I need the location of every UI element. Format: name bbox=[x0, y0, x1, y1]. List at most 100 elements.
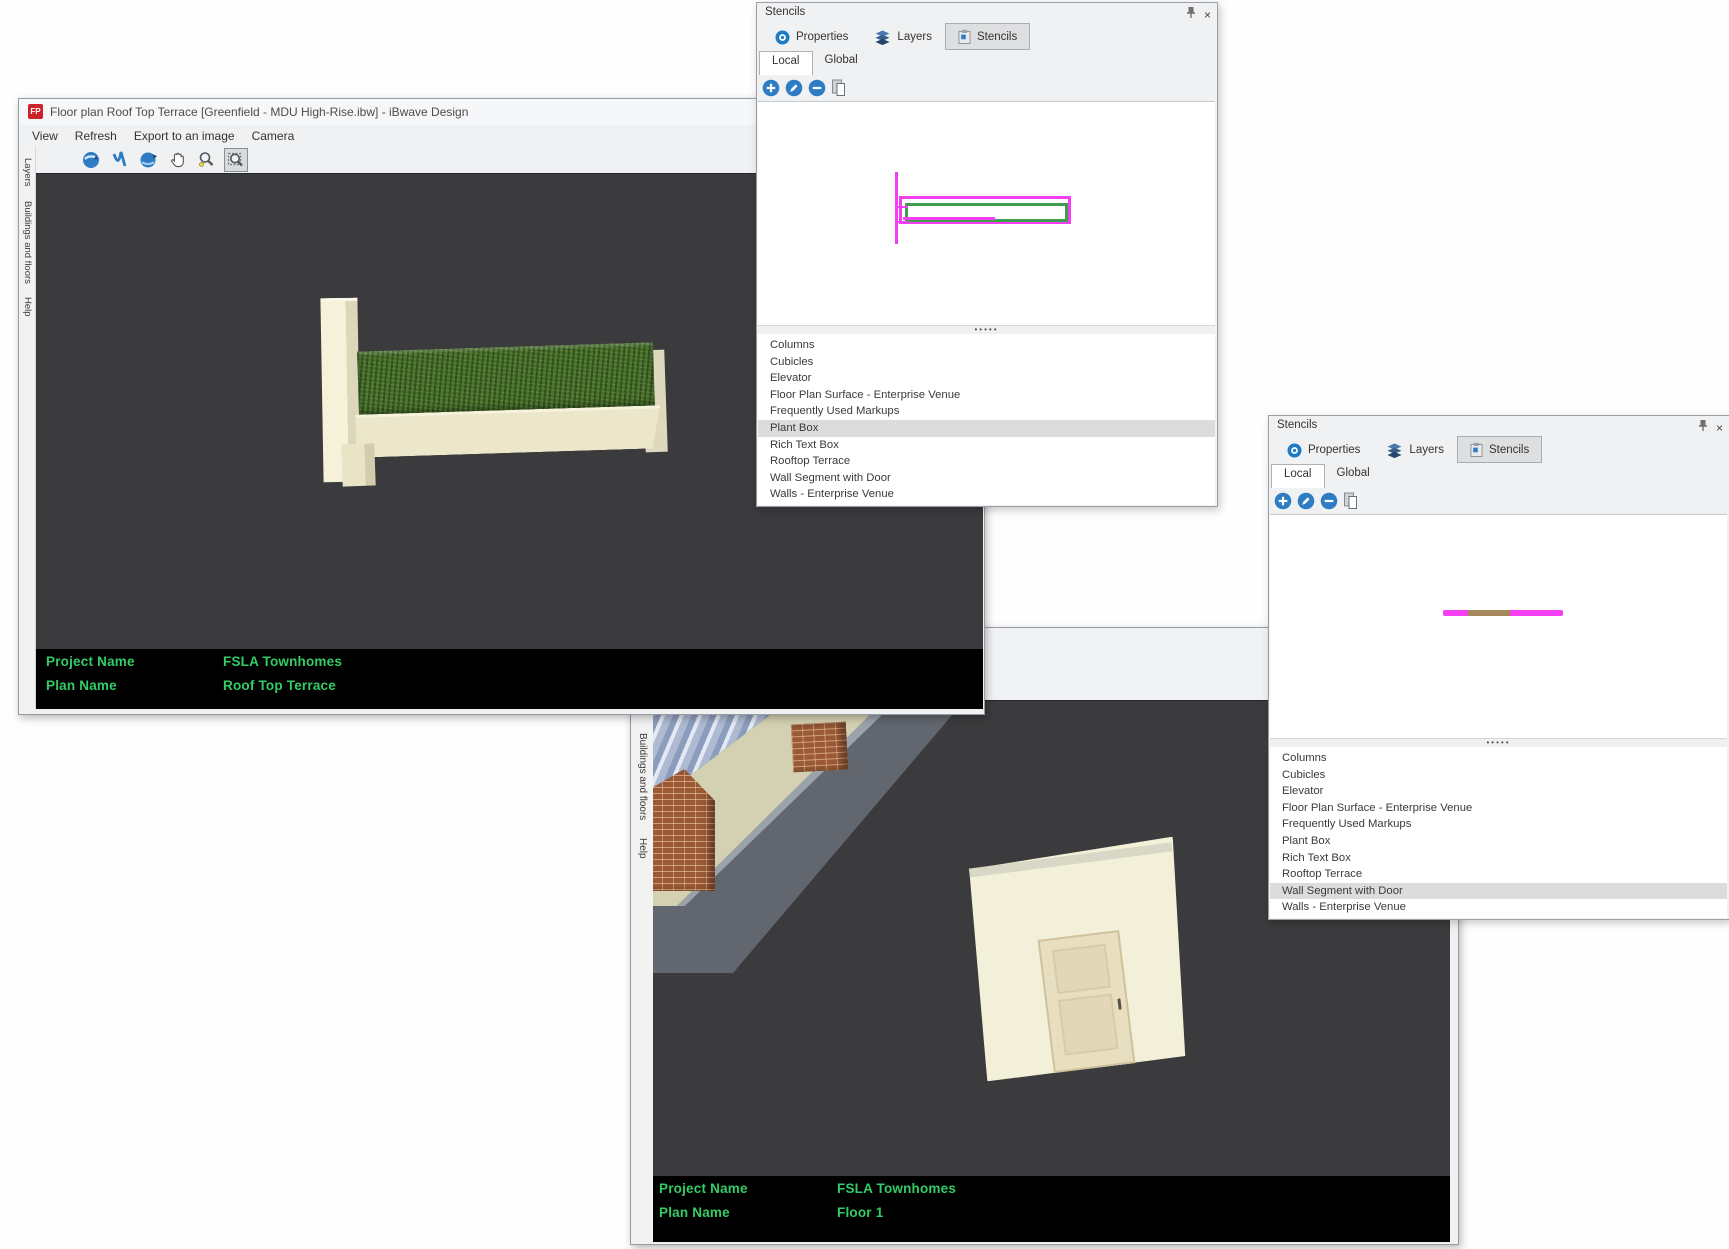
stencil-item-floor-plan-surface[interactable]: Floor Plan Surface - Enterprise Venue bbox=[758, 387, 1215, 404]
stencil-item-wall-segment-with-door[interactable]: Wall Segment with Door bbox=[1270, 883, 1727, 900]
sidebar-tab-layers[interactable]: Layers bbox=[22, 151, 33, 194]
panel-title: Stencils bbox=[765, 6, 805, 18]
stencil-item-rooftop-terrace[interactable]: Rooftop Terrace bbox=[758, 453, 1215, 470]
stencil-item-cubicles[interactable]: Cubicles bbox=[758, 354, 1215, 371]
stencil-item-walls-enterprise-venue[interactable]: Walls - Enterprise Venue bbox=[758, 486, 1215, 503]
menu-camera[interactable]: Camera bbox=[252, 129, 295, 143]
tab-layers[interactable]: Layers bbox=[1373, 436, 1457, 463]
add-stencil-icon[interactable] bbox=[762, 79, 780, 97]
tab-properties[interactable]: Properties bbox=[762, 23, 861, 50]
layers-icon bbox=[874, 30, 891, 45]
stencil-preview-plant-box[interactable] bbox=[758, 101, 1215, 326]
sidebar-tab-buildings-and-floors[interactable]: Buildings and floors bbox=[22, 194, 33, 291]
project-name-value: FSLA Townhomes bbox=[837, 1181, 956, 1196]
stencils-panel: Stencils × Properties Layers Stencils Lo… bbox=[1268, 415, 1729, 920]
panel-titlebar[interactable]: Stencils × bbox=[757, 3, 1217, 23]
layers-icon bbox=[1386, 443, 1403, 458]
close-icon[interactable]: × bbox=[1204, 9, 1211, 21]
plan-name-label: Plan Name bbox=[46, 678, 117, 693]
door-3d bbox=[1038, 930, 1136, 1073]
paste-stencil-icon[interactable] bbox=[831, 79, 848, 97]
menu-view[interactable]: View bbox=[32, 129, 58, 143]
stencil-item-walls-enterprise-venue[interactable]: Walls - Enterprise Venue bbox=[1270, 899, 1727, 916]
menu-export-to-an-image[interactable]: Export to an image bbox=[134, 129, 235, 143]
stencil-item-columns[interactable]: Columns bbox=[758, 337, 1215, 354]
sidebar-tab-help[interactable]: Help bbox=[637, 829, 648, 868]
door-handle bbox=[1117, 998, 1121, 1009]
stencil-item-cubicles[interactable]: Cubicles bbox=[1270, 767, 1727, 784]
zoom-icon[interactable] bbox=[195, 148, 219, 172]
stencils-icon bbox=[1470, 442, 1483, 457]
stencil-item-rich-text-box[interactable]: Rich Text Box bbox=[758, 437, 1215, 454]
subtab-global[interactable]: Global bbox=[1325, 464, 1382, 487]
view-toolbar bbox=[79, 147, 248, 173]
project-name-label: Project Name bbox=[659, 1181, 748, 1196]
stencils-icon bbox=[958, 29, 971, 44]
building-corner-3d bbox=[653, 701, 985, 973]
door-panel bbox=[1052, 944, 1111, 994]
stencil-item-frequently-used-markups[interactable]: Frequently Used Markups bbox=[758, 403, 1215, 420]
stencil-scope-tabs: Local Global bbox=[1271, 464, 1382, 487]
plan-name-value: Roof Top Terrace bbox=[223, 678, 336, 693]
project-name-value: FSLA Townhomes bbox=[223, 654, 342, 669]
panel-titlebar[interactable]: Stencils × bbox=[1269, 416, 1729, 436]
menu-refresh[interactable]: Refresh bbox=[75, 129, 117, 143]
subtab-local[interactable]: Local bbox=[1271, 464, 1325, 488]
zoom-window-icon[interactable] bbox=[224, 148, 248, 172]
window-title: Floor plan Roof Top Terrace [Greenfield … bbox=[50, 105, 468, 119]
orbit-3d-icon[interactable] bbox=[137, 148, 161, 172]
app-icon: FP bbox=[28, 104, 43, 119]
plant-box-3d bbox=[306, 284, 696, 499]
hedge-3d bbox=[357, 342, 655, 417]
sidebar-tab-help[interactable]: Help bbox=[22, 290, 33, 324]
stencil-item-rooftop-terrace[interactable]: Rooftop Terrace bbox=[1270, 866, 1727, 883]
project-name-label: Project Name bbox=[46, 654, 135, 669]
stencil-toolbar bbox=[1274, 488, 1360, 514]
tab-stencils[interactable]: Stencils bbox=[945, 23, 1030, 50]
plan-info-bar: Project Name FSLA Townhomes Plan Name Ro… bbox=[36, 649, 983, 709]
planter-foot-board-3d bbox=[341, 443, 375, 486]
panel-tabs: Properties Layers Stencils bbox=[762, 23, 1030, 50]
stencil-item-elevator[interactable]: Elevator bbox=[758, 370, 1215, 387]
edit-stencil-icon[interactable] bbox=[785, 79, 803, 97]
add-stencil-icon[interactable] bbox=[1274, 492, 1292, 510]
stencil-item-frequently-used-markups[interactable]: Frequently Used Markups bbox=[1270, 816, 1727, 833]
stencil-list: Columns Cubicles Elevator Floor Plan Sur… bbox=[758, 334, 1215, 505]
plan-name-value: Floor 1 bbox=[837, 1205, 883, 1220]
pin-icon[interactable] bbox=[1698, 419, 1708, 437]
stencil-list: Columns Cubicles Elevator Floor Plan Sur… bbox=[1270, 747, 1727, 918]
stencil-item-elevator[interactable]: Elevator bbox=[1270, 783, 1727, 800]
stencil-item-rich-text-box[interactable]: Rich Text Box bbox=[1270, 850, 1727, 867]
stencil-item-floor-plan-surface[interactable]: Floor Plan Surface - Enterprise Venue bbox=[1270, 800, 1727, 817]
tab-stencils[interactable]: Stencils bbox=[1457, 436, 1542, 463]
subtab-global[interactable]: Global bbox=[813, 51, 870, 74]
close-icon[interactable]: × bbox=[1716, 422, 1723, 434]
stencil-scope-tabs: Local Global bbox=[759, 51, 870, 74]
stencils-panel: Stencils × Properties Layers Stencils Lo… bbox=[756, 2, 1218, 507]
tab-properties[interactable]: Properties bbox=[1274, 436, 1373, 463]
sidebar-tab-buildings-and-floors[interactable]: Buildings and floors bbox=[637, 724, 648, 829]
subtab-local[interactable]: Local bbox=[759, 51, 813, 75]
tab-layers[interactable]: Layers bbox=[861, 23, 945, 50]
stencil-item-wall-segment-with-door[interactable]: Wall Segment with Door bbox=[758, 470, 1215, 487]
rotate-3d-icon[interactable] bbox=[79, 148, 103, 172]
door-panel bbox=[1058, 993, 1118, 1055]
pin-icon[interactable] bbox=[1186, 6, 1196, 24]
remove-stencil-icon[interactable] bbox=[808, 79, 826, 97]
paste-stencil-icon[interactable] bbox=[1343, 492, 1360, 510]
walk-through-icon[interactable] bbox=[108, 148, 132, 172]
edit-stencil-icon[interactable] bbox=[1297, 492, 1315, 510]
wall-segment-with-door-3d bbox=[964, 837, 1196, 1082]
panel-tabs: Properties Layers Stencils bbox=[1274, 436, 1542, 463]
stencil-preview-wall-segment[interactable] bbox=[1270, 514, 1727, 739]
window1-side-tabstrip: Layers Buildings and floors Help bbox=[20, 147, 36, 709]
panel-title: Stencils bbox=[1277, 419, 1317, 431]
stencil-item-columns[interactable]: Columns bbox=[1270, 750, 1727, 767]
remove-stencil-icon[interactable] bbox=[1320, 492, 1338, 510]
stencil-item-plant-box[interactable]: Plant Box bbox=[1270, 833, 1727, 850]
stencil-item-plant-box[interactable]: Plant Box bbox=[758, 420, 1215, 437]
plan-info-bar: Project Name FSLA Townhomes Plan Name Fl… bbox=[653, 1176, 1450, 1242]
stencil-toolbar bbox=[762, 75, 848, 101]
pan-hand-icon[interactable] bbox=[166, 148, 190, 172]
properties-icon bbox=[775, 30, 790, 45]
